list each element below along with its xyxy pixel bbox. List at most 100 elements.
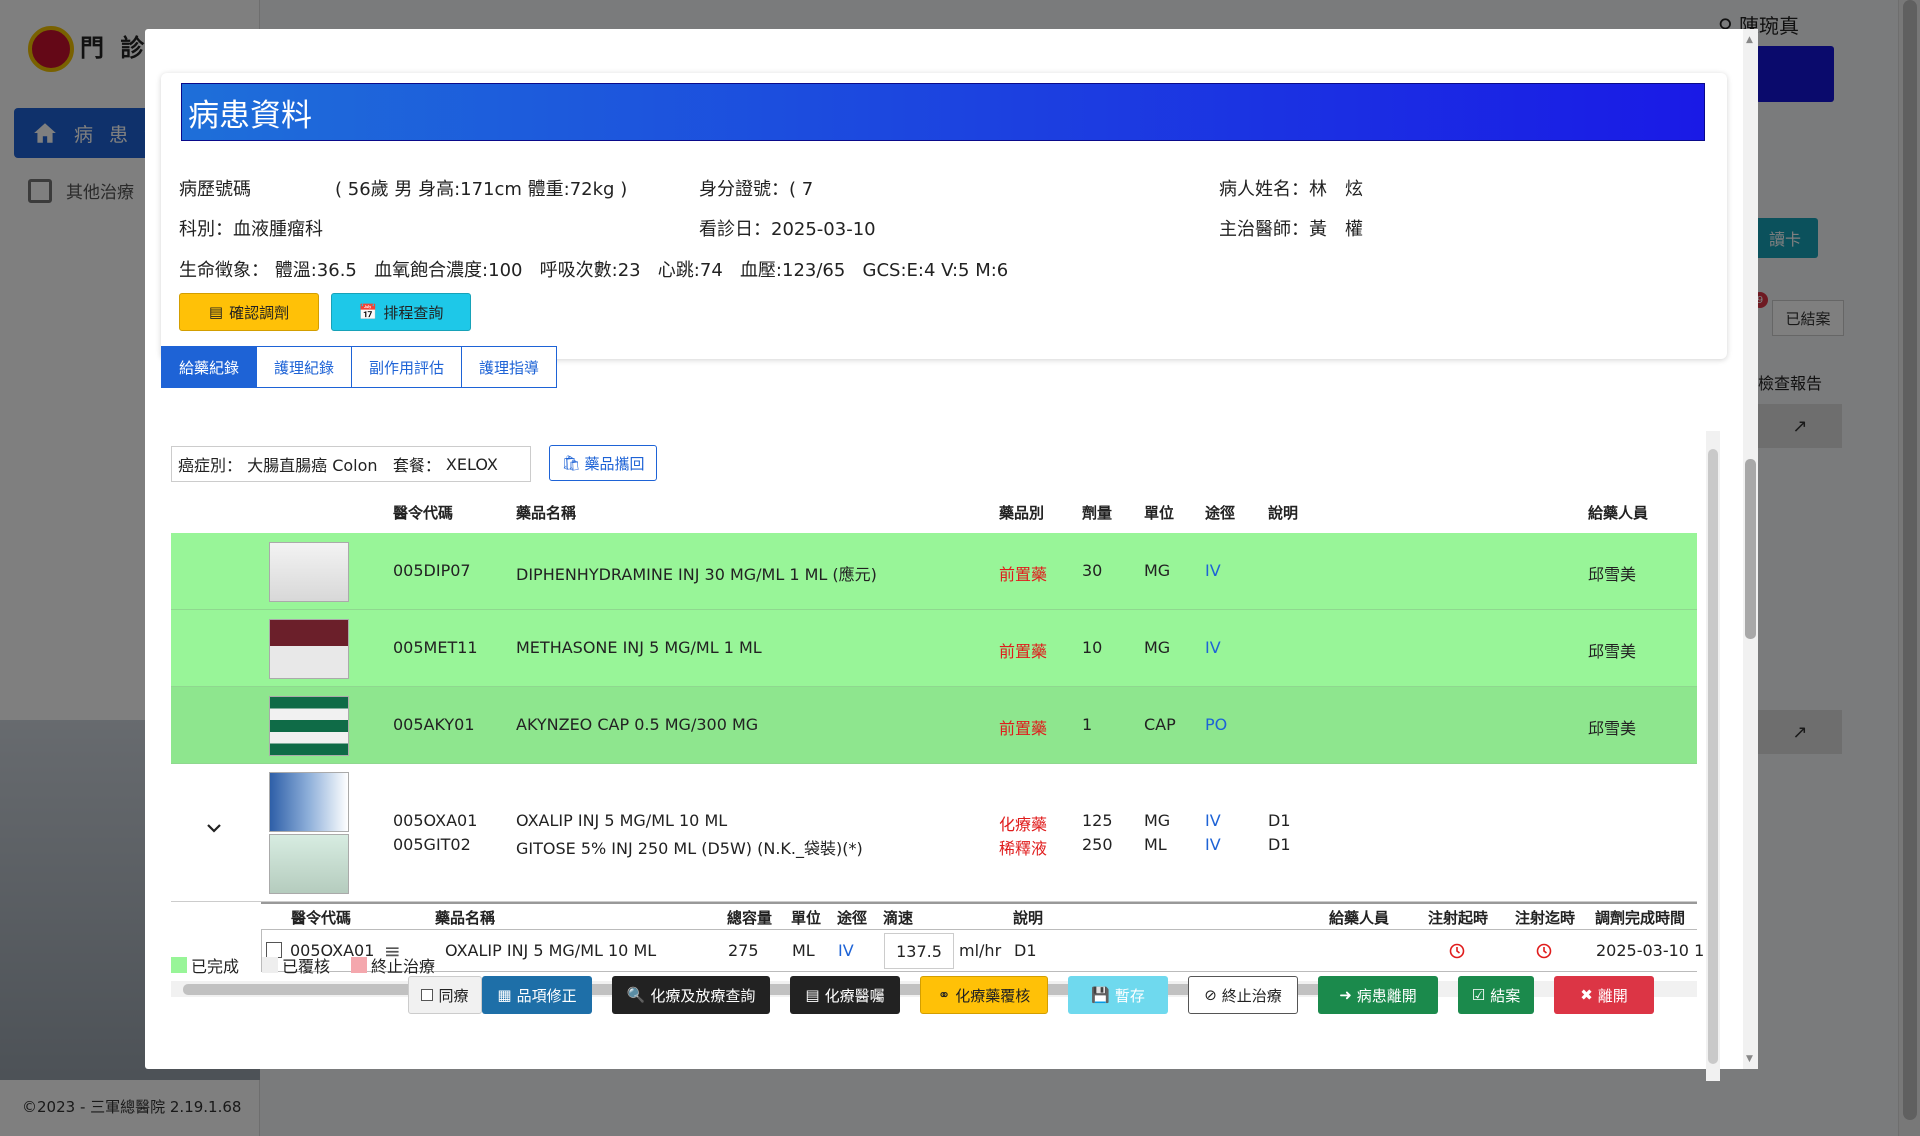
legend-swatch	[171, 957, 187, 973]
binoculars-icon: ⚭	[937, 986, 951, 1004]
drug-route: IV	[1205, 835, 1221, 854]
close-case-label: 結案	[1490, 986, 1521, 1005]
table-row-expanded[interactable]: 005OXA01 OXALIP INJ 5 MG/ML 10 ML 化療藥 12…	[171, 764, 1697, 902]
drug-route: IV	[1205, 638, 1221, 657]
save-draft-button[interactable]: 💾 暫存	[1068, 976, 1168, 1014]
legend-reviewed: 已覆核	[262, 953, 330, 977]
checkbox-icon[interactable]	[421, 989, 434, 1001]
schedule-query-button[interactable]: 📅 排程查詢	[331, 293, 471, 331]
drug-photo	[269, 834, 349, 894]
vital-bp: 血壓:123/65	[739, 260, 846, 281]
legend-label: 終止治療	[371, 957, 436, 976]
drug-nurse: 邱雪美	[1588, 565, 1637, 584]
bag-icon: 🛍	[561, 454, 581, 472]
chemo-order-button[interactable]: ▤ 化療醫囑	[790, 976, 900, 1014]
tab-medication-record[interactable]: 給藥紀錄	[161, 346, 257, 388]
search-icon: 🔍	[626, 986, 646, 1004]
exit-label: 離開	[1597, 986, 1628, 1005]
confirm-dispense-button[interactable]: ▤ 確認調劑	[179, 293, 319, 331]
drug-dose: 10	[1082, 638, 1103, 657]
drug-dose: 250	[1082, 835, 1113, 854]
tab-nursing-guidance[interactable]: 護理指導	[461, 346, 558, 388]
col-unit: 單位	[1144, 504, 1175, 522]
cancer-label: 癌症別：	[178, 456, 243, 475]
col-code: 醫令代碼	[393, 504, 454, 522]
tab-side-effect[interactable]: 副作用評估	[351, 346, 462, 388]
patient-name-label: 病人姓名：	[1219, 179, 1309, 200]
clock-end-icon[interactable]	[1536, 943, 1552, 959]
sub-col-note: 說明	[1013, 909, 1044, 927]
chemo-review-button[interactable]: ⚭ 化療藥覆核	[920, 976, 1048, 1014]
sign-out-icon: ➜	[1339, 986, 1352, 1004]
same-treatment-checkbox[interactable]: 同療	[408, 976, 482, 1014]
drug-dose: 1	[1082, 715, 1093, 734]
chemo-radio-query-label: 化療及放療查詢	[650, 986, 756, 1005]
drug-unit: ML	[1144, 835, 1167, 854]
vital-spo2: 血氧飽合濃度:100	[374, 260, 523, 281]
drug-name: AKYNZEO CAP 0.5 MG/300 MG	[516, 715, 759, 734]
table-row[interactable]: 005DIP07 DIPHENHYDRAMINE INJ 30 MG/ML 1 …	[171, 533, 1697, 610]
chart-number-label: 病歷號碼	[179, 179, 251, 200]
drug-table-header: 醫令代碼 藥品名稱 藥品別 劑量 單位 途徑 說明 給藥人員	[171, 497, 1697, 527]
panel-scrollbar-thumb[interactable]	[1708, 449, 1718, 1064]
id-label: 身分證號：	[699, 179, 789, 200]
chemo-radio-query-button[interactable]: 🔍 化療及放療查詢	[612, 976, 770, 1014]
chemo-review-label: 化療藥覆核	[955, 986, 1031, 1005]
sub-unit: ML	[792, 941, 815, 960]
cancer-regimen-box: 癌症別： 大腸直腸癌 Colon 套餐： XELOX	[171, 446, 531, 482]
sub-col-done: 調劑完成時間	[1595, 909, 1686, 927]
drug-code: 005OXA01	[393, 811, 478, 830]
modal-scrollbar-thumb[interactable]	[1745, 459, 1756, 639]
table-row[interactable]: 005AKY01 AKYNZEO CAP 0.5 MG/300 MG 前置藥 1…	[171, 687, 1697, 764]
panel-scrollbar[interactable]	[1706, 431, 1720, 1081]
sub-col-code: 醫令代碼	[291, 909, 352, 927]
drug-type: 前置藥	[999, 719, 1048, 738]
visit-date-label: 看診日：	[699, 219, 771, 240]
exit-button[interactable]: ✖ 離開	[1554, 976, 1654, 1014]
patient-modal: 病患資料 病歷號碼 ( 56歲 男 身高:171cm 體重:72kg ) 身分證…	[145, 29, 1758, 1081]
regimen-value: XELOX	[445, 454, 498, 474]
clock-start-icon[interactable]	[1449, 943, 1465, 959]
vital-gcs: GCS:E:4 V:5 M:6	[862, 260, 1009, 281]
chevron-down-icon[interactable]	[206, 820, 222, 836]
subtable-header: 醫令代碼 藥品名稱 總容量 單位 途徑 滴速 說明 給藥人員 注射起時 注射迄時…	[261, 902, 1697, 930]
col-route: 途徑	[1205, 504, 1236, 522]
drug-unit: MG	[1144, 811, 1171, 830]
drug-type: 前置藥	[999, 565, 1048, 584]
drug-return-button[interactable]: 🛍 藥品攜回	[549, 445, 657, 481]
modal-scrollbar[interactable]: ▲ ▼	[1743, 29, 1758, 1069]
confirm-dispense-label: 確認調劑	[229, 303, 290, 322]
rate-input[interactable]: 137.5	[884, 933, 954, 969]
drug-type: 稀釋液	[999, 839, 1048, 858]
close-icon: ✖	[1580, 986, 1593, 1004]
drug-photo	[269, 696, 349, 756]
stop-treatment-button[interactable]: ⊘ 終止治療	[1188, 976, 1298, 1014]
legend-swatch	[262, 957, 278, 973]
legend-stopped: 終止治療	[351, 953, 435, 977]
schedule-query-label: 排程查詢	[383, 303, 444, 322]
modal-title: 病患資料	[181, 83, 1705, 141]
ban-icon: ⊘	[1204, 986, 1217, 1004]
drug-route: PO	[1205, 715, 1228, 734]
tab-nursing-record[interactable]: 護理紀錄	[256, 346, 352, 388]
sub-done-time: 2025-03-10 1	[1596, 941, 1705, 960]
scroll-down-icon[interactable]: ▼	[1746, 1054, 1753, 1064]
save-icon: 💾	[1091, 986, 1110, 1004]
stop-treatment-label: 終止治療	[1221, 986, 1282, 1005]
drug-photo	[269, 619, 349, 679]
table-row[interactable]: 005MET11 METHASONE INJ 5 MG/ML 1 ML 前置藥 …	[171, 610, 1697, 687]
modify-item-label: 品項修正	[516, 986, 577, 1005]
chemo-order-label: 化療醫囑	[824, 986, 885, 1005]
regimen-label: 套餐：	[392, 456, 441, 475]
modify-item-button[interactable]: ▦ 品項修正	[482, 976, 592, 1014]
save-draft-label: 暫存	[1114, 986, 1145, 1005]
drug-name: DIPHENHYDRAMINE INJ 30 MG/ML 1 ML (應元)	[516, 565, 877, 584]
close-case-button[interactable]: ☑ 結案	[1458, 976, 1534, 1014]
patient-leave-button[interactable]: ➜ 病患離開	[1318, 976, 1438, 1014]
drug-note: D1	[1268, 835, 1291, 854]
sub-col-end: 注射迄時	[1515, 909, 1576, 927]
edit-icon: ▦	[497, 986, 512, 1004]
scroll-up-icon[interactable]: ▲	[1746, 35, 1753, 45]
col-note: 說明	[1268, 504, 1299, 522]
subtable-row[interactable]: 005OXA01 ≡ OXALIP INJ 5 MG/ML 10 ML 275 …	[261, 930, 1704, 972]
